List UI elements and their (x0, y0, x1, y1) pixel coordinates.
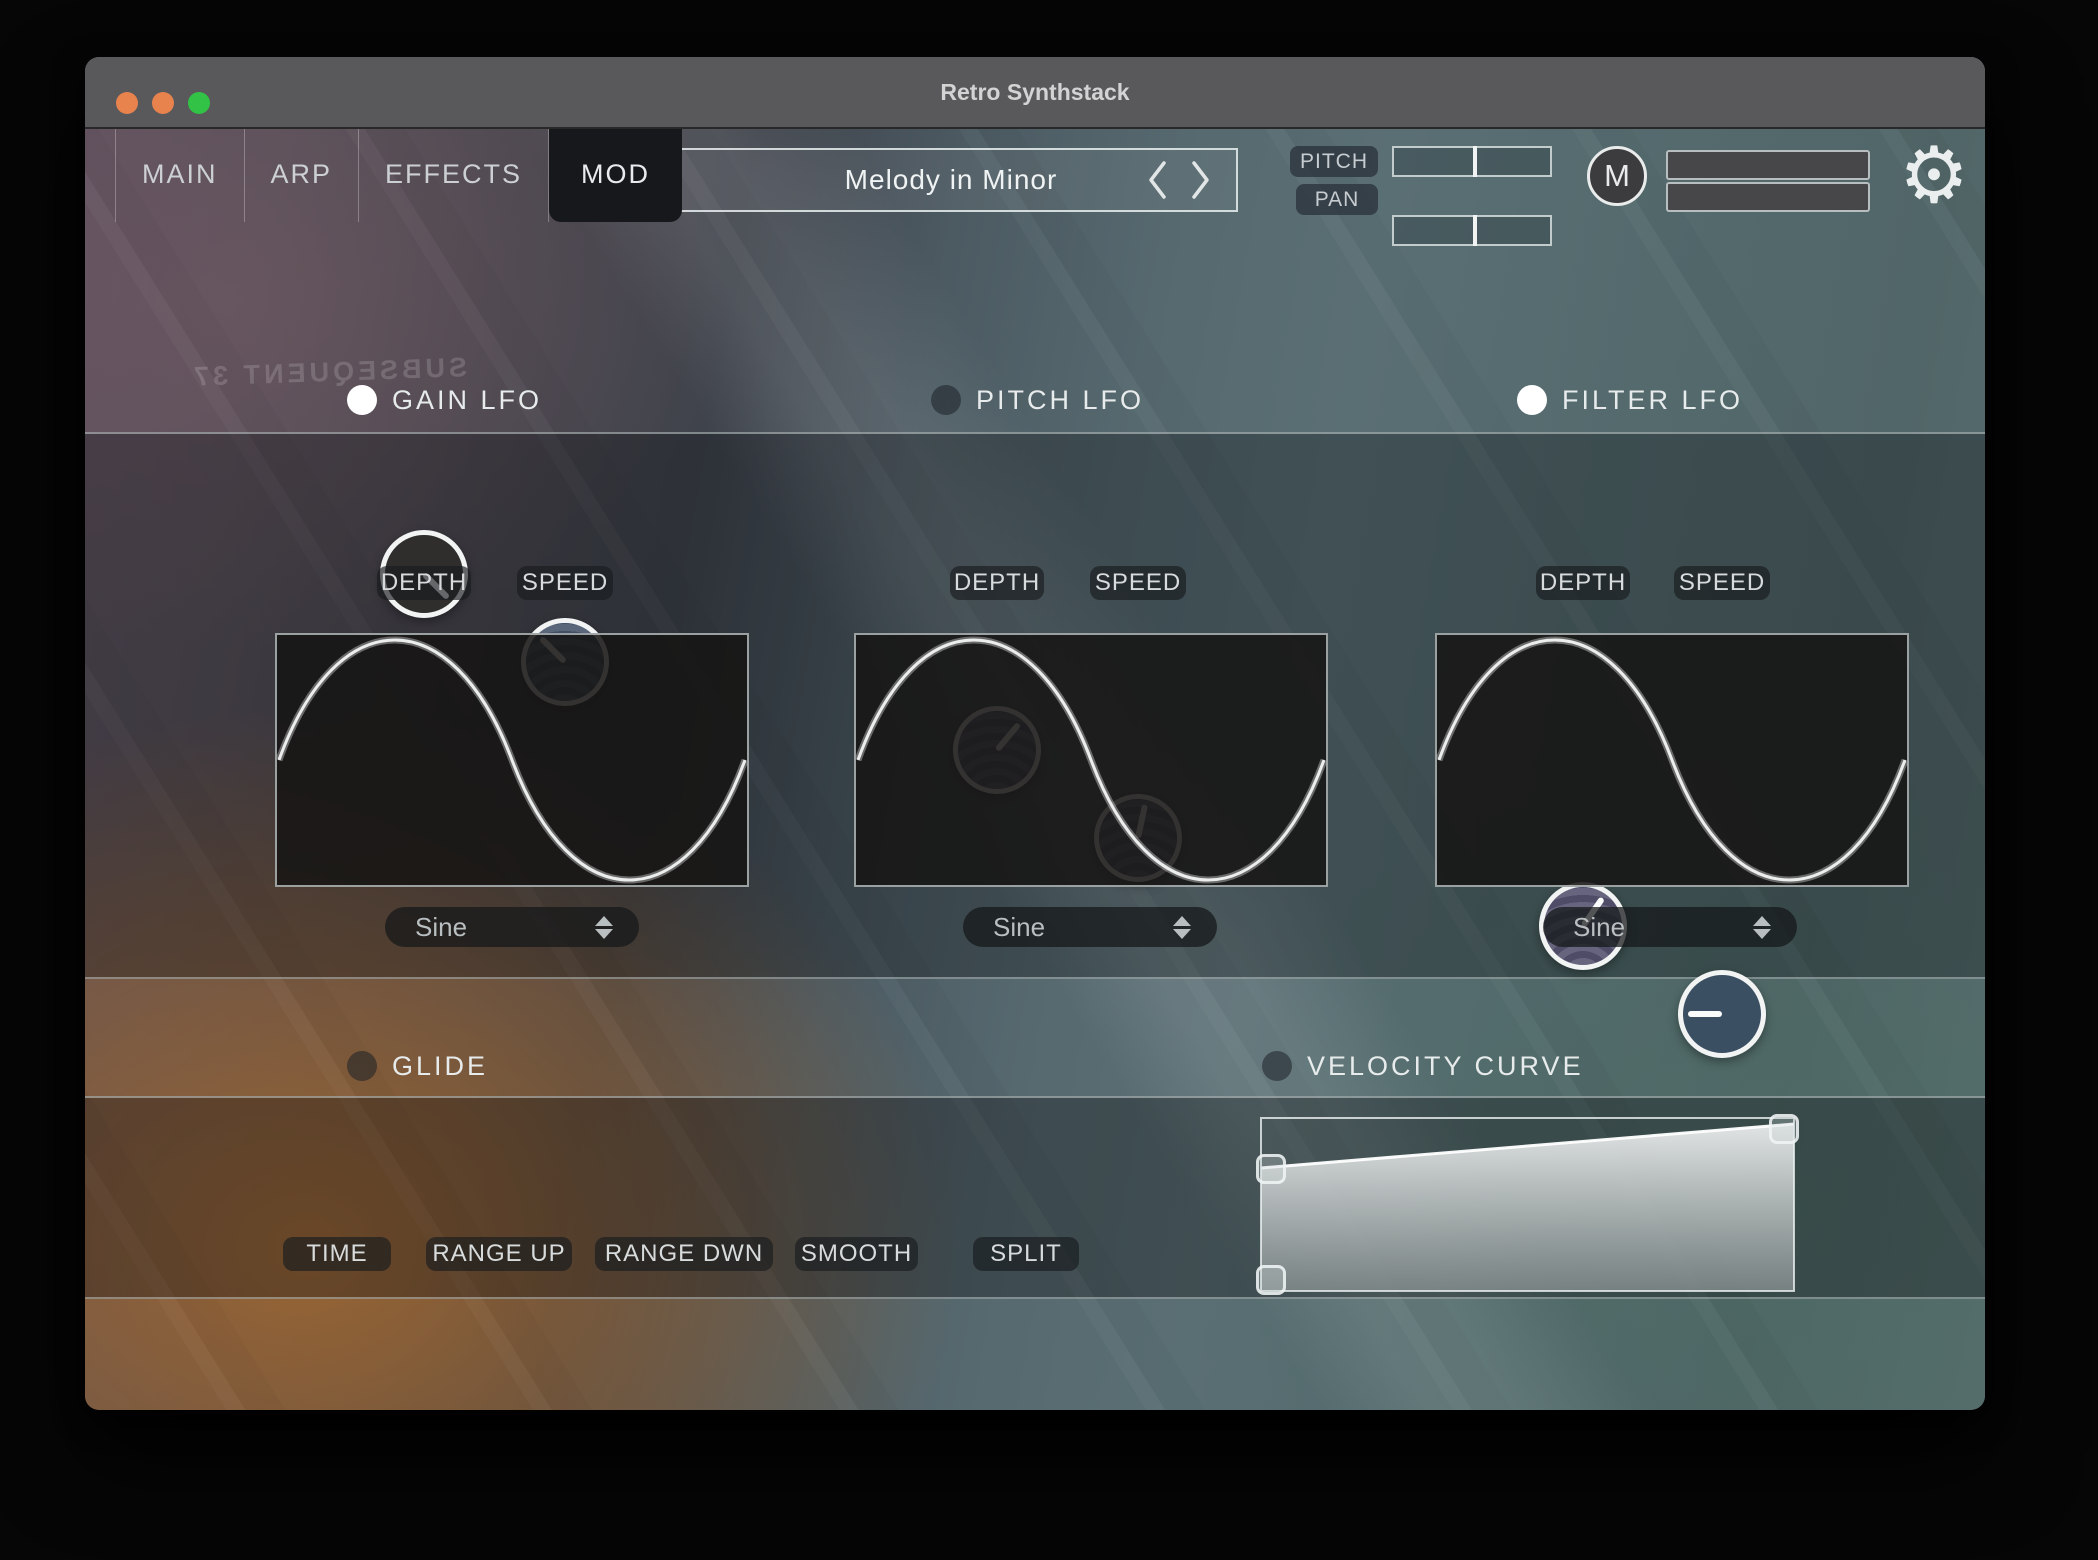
pitch-lfo-waveform-display (854, 633, 1328, 887)
pitch-lfo-title: PITCH LFO (976, 384, 1144, 416)
brand-logo: M (1587, 146, 1647, 206)
velocity-curve-shape (1261, 1118, 1794, 1291)
window-title: Retro Synthstack (85, 57, 1985, 127)
velocity-curve-title: VELOCITY CURVE (1307, 1050, 1584, 1082)
glide-range-up-label: RANGE UP (426, 1237, 572, 1271)
tab-mod[interactable]: MOD (549, 127, 682, 222)
master-meter-bottom (1666, 182, 1870, 212)
glide-range-dwn-label: RANGE DWN (595, 1237, 773, 1271)
plugin-window: SUBSEQUENT 37 Retro Synthstack MAIN ARP … (85, 57, 1985, 1410)
filter-speed-label: SPEED (1674, 566, 1770, 600)
preset-next-icon[interactable] (1186, 158, 1214, 202)
pitch-speed-label: SPEED (1090, 566, 1186, 600)
tab-arp[interactable]: ARP (245, 127, 360, 222)
pitch-wave-select[interactable]: Sine (963, 907, 1217, 947)
pitch-depth-label: DEPTH (950, 566, 1044, 600)
velocity-handle-bottom-left[interactable] (1256, 1265, 1286, 1295)
filter-wave-select[interactable]: Sine (1543, 907, 1797, 947)
filter-lfo-waveform-display (1435, 633, 1909, 887)
pitch-label: PITCH (1290, 146, 1378, 177)
glide-time-label: TIME (283, 1237, 391, 1271)
preset-selector[interactable]: Melody in Minor (664, 148, 1238, 212)
settings-gear-icon[interactable]: ⚙ (1893, 135, 1975, 217)
gain-wave-select[interactable]: Sine (385, 907, 639, 947)
pitch-slider-thumb[interactable] (1473, 146, 1477, 177)
pitch-slider[interactable] (1392, 146, 1552, 177)
preset-name: Melody in Minor (845, 164, 1058, 196)
gain-lfo-waveform-display (275, 633, 749, 887)
filter-lfo-enable-led[interactable] (1517, 385, 1547, 415)
tab-effects[interactable]: EFFECTS (359, 127, 549, 222)
filter-lfo-title: FILTER LFO (1562, 384, 1743, 416)
tab-main[interactable]: MAIN (115, 127, 245, 222)
preset-prev-icon[interactable] (1144, 158, 1172, 202)
pan-label: PAN (1296, 184, 1378, 215)
sine-wave-icon (856, 635, 1326, 885)
filter-speed-knob[interactable] (1678, 970, 1766, 1058)
pitch-wave-value: Sine (993, 912, 1173, 943)
gain-lfo-title: GAIN LFO (392, 384, 542, 416)
titlebar: Retro Synthstack (85, 57, 1985, 129)
sort-arrows-icon (1173, 916, 1191, 939)
gain-wave-value: Sine (415, 912, 595, 943)
gain-depth-label: DEPTH (377, 566, 471, 600)
velocity-curve-display[interactable] (1261, 1118, 1794, 1291)
velocity-curve-enable-led[interactable] (1262, 1051, 1292, 1081)
filter-wave-value: Sine (1573, 912, 1753, 943)
glide-split-label: SPLIT (973, 1237, 1079, 1271)
filter-depth-label: DEPTH (1536, 566, 1630, 600)
gain-speed-label: SPEED (517, 566, 613, 600)
glide-enable-led[interactable] (347, 1051, 377, 1081)
nav-tabs: MAIN ARP EFFECTS MOD (115, 127, 682, 222)
pan-slider-thumb[interactable] (1473, 215, 1477, 246)
sort-arrows-icon (1753, 916, 1771, 939)
gain-lfo-enable-led[interactable] (347, 385, 377, 415)
sort-arrows-icon (595, 916, 613, 939)
master-meter-top (1666, 150, 1870, 180)
glide-title: GLIDE (392, 1050, 488, 1082)
velocity-handle-left-start[interactable] (1256, 1154, 1286, 1184)
pitch-lfo-enable-led[interactable] (931, 385, 961, 415)
sine-wave-icon (1437, 635, 1907, 885)
sine-wave-icon (277, 635, 747, 885)
pan-slider[interactable] (1392, 215, 1552, 246)
glide-smooth-label: SMOOTH (795, 1237, 918, 1271)
velocity-handle-top-right[interactable] (1769, 1114, 1799, 1144)
